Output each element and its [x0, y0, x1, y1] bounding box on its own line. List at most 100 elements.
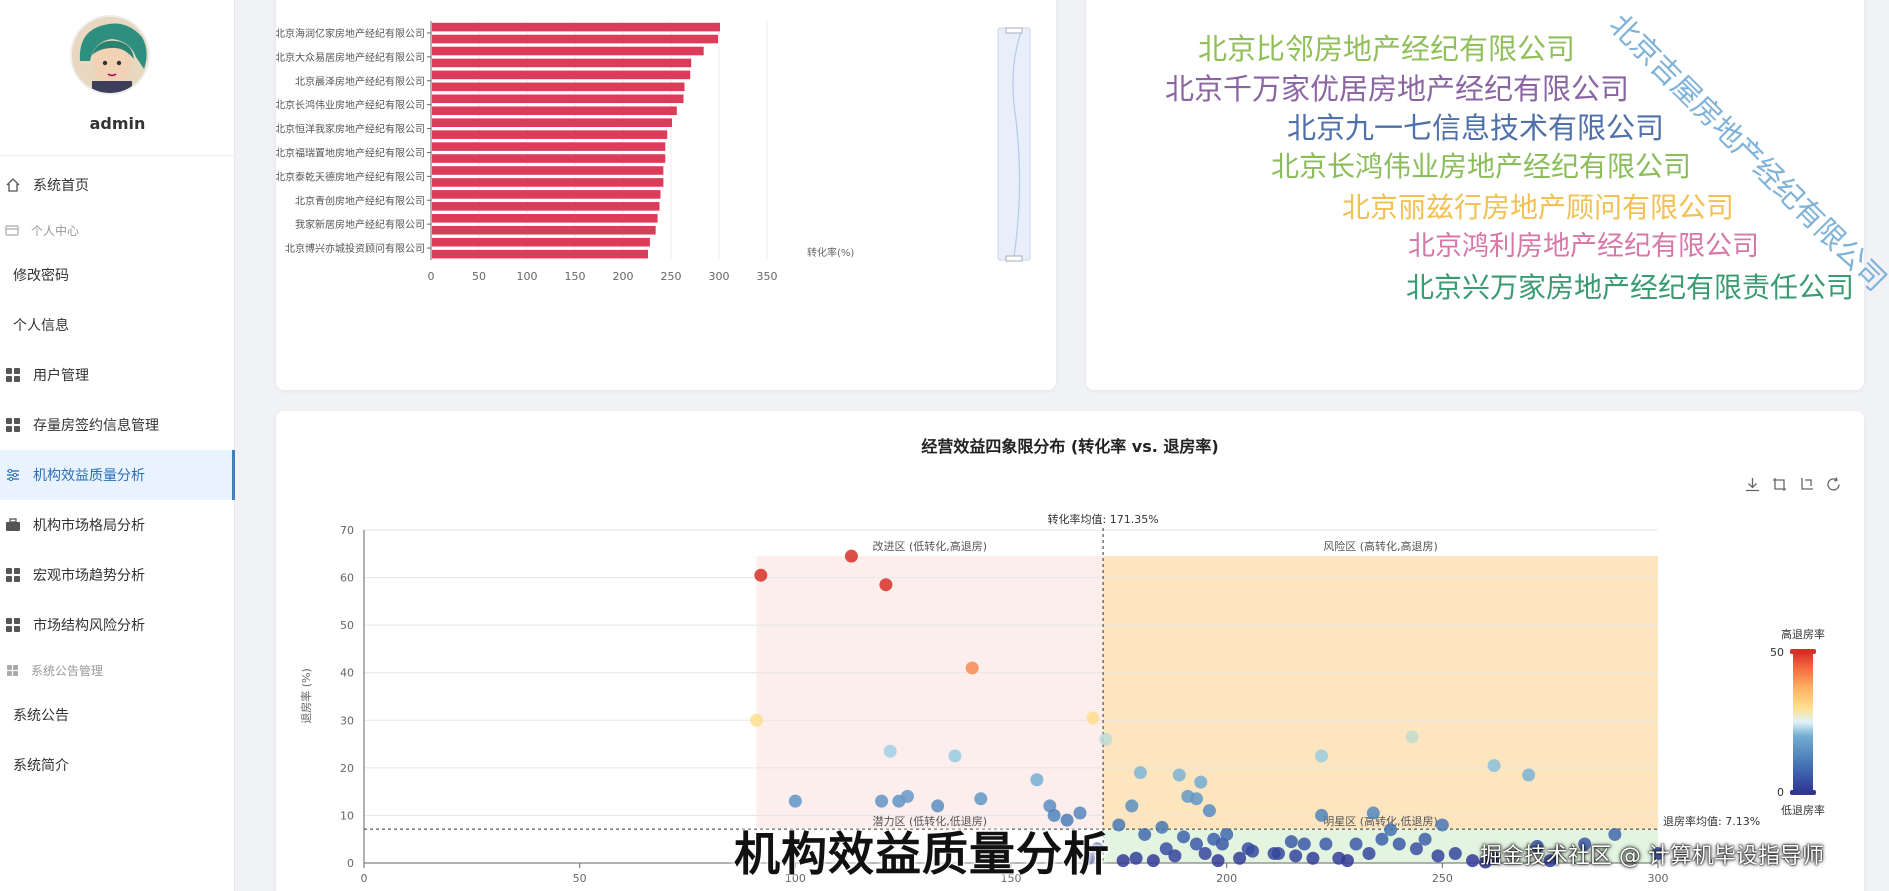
word-cloud-word: 北京千万家优居房地产经纪有限公司 [1165, 72, 1630, 106]
menu-item-market-structure[interactable]: 机构市场格局分析 [0, 500, 235, 550]
scatter-point [754, 568, 768, 582]
menu-item-structure-risk[interactable]: 市场结构风险分析 [0, 600, 235, 650]
quadrant-improve [756, 556, 1104, 830]
restore-icon[interactable] [1825, 476, 1842, 493]
quadrant-label: 明星区 (高转化,低退房) [1323, 814, 1438, 828]
menu-group-personal[interactable]: 个人中心 [0, 210, 235, 250]
watermark: 掘金技术社区 @ 计算机毕设指导师 [1480, 844, 1824, 869]
y-tick-label: 北京大众易居房地产经纪有限公司 [276, 51, 425, 64]
scatter-point [1392, 837, 1406, 851]
menu-item-label: 系统首页 [33, 178, 89, 194]
visual-map-handle [1790, 790, 1816, 795]
menu-item-label: 机构效益质量分析 [33, 468, 145, 484]
visual-map-max: 50 [1770, 646, 1784, 659]
scatter-point [1349, 837, 1363, 851]
scatter-point [1138, 827, 1152, 841]
word-cloud-word: 北京长鸿伟业房地产经纪有限公司 [1271, 150, 1692, 183]
bar [432, 130, 668, 139]
scatter-point [1522, 768, 1536, 782]
scatter-point [1177, 830, 1191, 844]
avatar[interactable] [70, 15, 150, 95]
scatter-point [1099, 732, 1113, 746]
video-caption: 机构效益质量分析 [734, 827, 1110, 881]
x-tick-label: 250 [661, 270, 682, 283]
scatter-point [1086, 711, 1100, 725]
sidebar: admin 系统首页 个人中心 修改密码 个人信息 用户管理 存量房签约信息管理… [0, 0, 235, 891]
menu-item-efficiency-analysis[interactable]: 机构效益质量分析 [0, 450, 235, 500]
y-tick-label: 20 [340, 762, 354, 775]
scatter-point [883, 744, 897, 758]
quadrant-label: 改进区 (低转化,高退房) [873, 539, 988, 553]
scatter-point [1155, 820, 1169, 834]
visual-map-handle [1790, 649, 1816, 654]
scatter-point [788, 794, 802, 808]
menu-item-contract-management[interactable]: 存量房签约信息管理 [0, 400, 235, 450]
menu-group-announcements[interactable]: 系统公告管理 [0, 650, 235, 690]
zoom-reset-icon[interactable] [1798, 476, 1815, 493]
menu-item-label: 系统简介 [13, 758, 69, 774]
visual-map-bottom-title: 低退房率 [1781, 803, 1825, 817]
x-mean-label: 转化率均值: 171.35% [1048, 512, 1159, 526]
scatter-point [1405, 730, 1419, 744]
data-zoom-handle [1005, 27, 1023, 34]
x-tick-label: 250 [1432, 872, 1453, 885]
scatter-point [1168, 849, 1182, 863]
grid-icon [5, 663, 19, 677]
chart-toolbox [1744, 476, 1842, 493]
menu-item-system-intro[interactable]: 系统简介 [0, 740, 235, 790]
grid-icon [5, 367, 21, 383]
scatter-point [1448, 846, 1462, 860]
scatter-point [1116, 854, 1130, 868]
word-cloud-word: 北京丽兹行房地产顾问有限公司 [1342, 191, 1735, 224]
scatter-point [1289, 849, 1303, 863]
menu-item-label: 机构市场格局分析 [33, 518, 145, 534]
visual-map-title: 高退房率 [1781, 627, 1825, 641]
menu-item-change-password[interactable]: 修改密码 [0, 250, 235, 300]
scatter-point [1340, 854, 1354, 868]
x-tick-label: 150 [565, 270, 586, 283]
x-tick-label: 0 [361, 872, 368, 885]
y-tick-label: 北京福瑞置地房地产经纪有限公司 [276, 146, 425, 159]
zoom-icon[interactable] [1771, 476, 1788, 493]
menu-group-label: 系统公告管理 [31, 663, 104, 678]
menu-item-macro-trend[interactable]: 宏观市场趋势分析 [0, 550, 235, 600]
y-tick-label: 北京恒洋我家房地产经纪有限公司 [276, 123, 425, 136]
y-tick-label: 60 [340, 572, 354, 585]
y-tick-label: 我家新居房地产经纪有限公司 [295, 218, 425, 231]
home-icon [5, 177, 21, 193]
avatar-image [72, 17, 148, 93]
scatter-point [1172, 768, 1186, 782]
menu-item-label: 用户管理 [33, 368, 89, 384]
scatter-point [1418, 832, 1432, 846]
bar [432, 118, 672, 127]
scatter-point [1133, 766, 1147, 780]
y-tick-label: 北京海润亿家房地产经纪有限公司 [276, 27, 425, 40]
sidebar-divider [0, 155, 235, 156]
scatter-point [1284, 835, 1298, 849]
y-tick-label: 70 [340, 524, 354, 537]
x-tick-label: 300 [1648, 872, 1669, 885]
menu-item-home[interactable]: 系统首页 [0, 160, 235, 210]
bar [432, 225, 656, 235]
download-icon[interactable] [1744, 476, 1761, 493]
scatter-point [965, 661, 979, 675]
menu-item-announcements[interactable]: 系统公告 [0, 690, 235, 740]
bar [432, 58, 692, 68]
bar [432, 166, 664, 175]
bar [432, 178, 664, 187]
scatter-point [974, 792, 988, 806]
y-tick-label: 北京泰乾天德房地产经纪有限公司 [276, 170, 425, 183]
scatter-point [931, 799, 945, 813]
scatter-point [1315, 749, 1329, 763]
y-tick-label: 10 [340, 809, 354, 822]
scatter-point [1271, 846, 1285, 860]
word-cloud-word: 北京九一七信息技术有限公司 [1287, 111, 1665, 145]
y-tick-label: 北京博兴亦城投资顾问有限公司 [285, 242, 425, 255]
scatter-point [1129, 851, 1143, 865]
menu-item-personal-info[interactable]: 个人信息 [0, 300, 235, 350]
bar [432, 94, 684, 104]
x-axis-title: 转化率(%) [807, 246, 854, 259]
menu-item-label: 存量房签约信息管理 [33, 418, 159, 434]
bar [432, 249, 648, 259]
menu-item-user-management[interactable]: 用户管理 [0, 350, 235, 400]
